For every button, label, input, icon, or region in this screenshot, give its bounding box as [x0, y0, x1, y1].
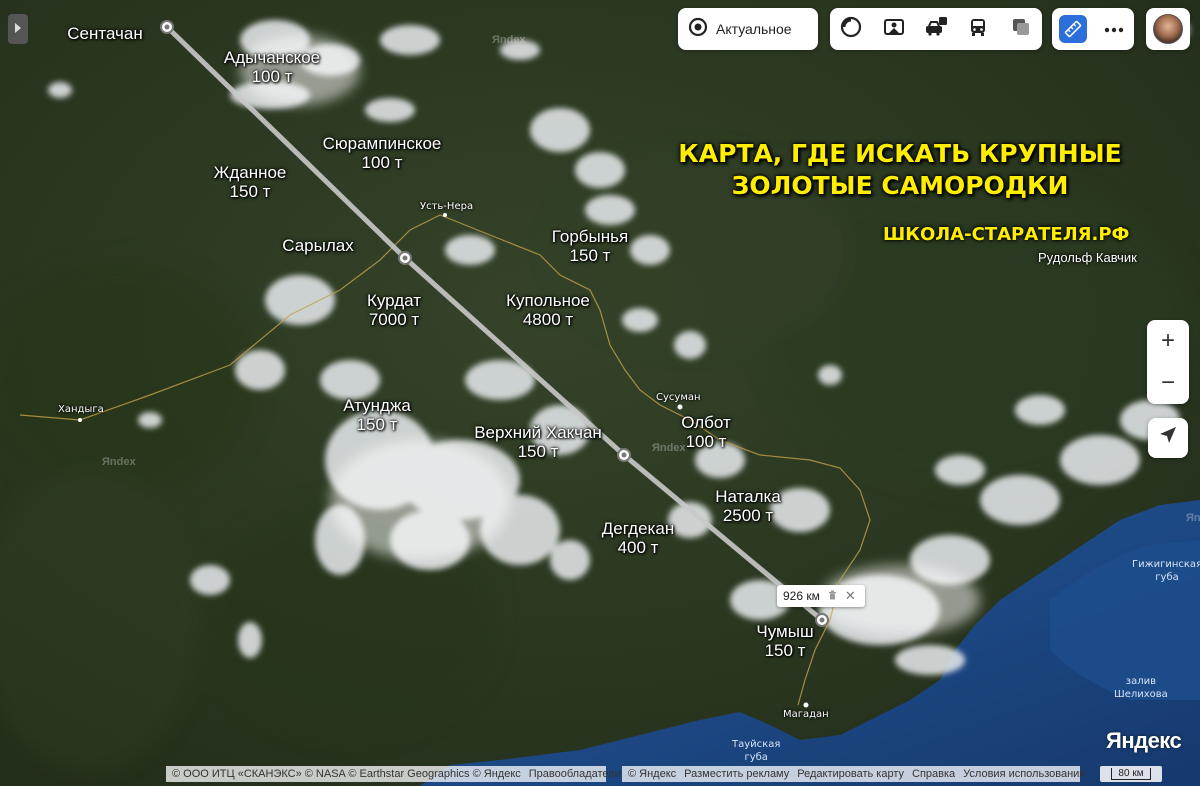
- ruler-icon: [1058, 15, 1087, 43]
- deposit-label: Жданное 150 т: [213, 163, 287, 201]
- satellite-map[interactable]: [0, 0, 1200, 786]
- footer-link-advertise[interactable]: Разместить рекламу: [684, 768, 789, 780]
- deposit-label: Верхний Хакчан 150 т: [474, 423, 602, 461]
- panorama-button[interactable]: [872, 8, 914, 50]
- deposit-label: Горбынья 150 т: [551, 227, 629, 265]
- town-dot: [803, 702, 809, 708]
- deposit-label: Наталка 2500 т: [715, 487, 781, 525]
- yandex-watermark: Яndex: [1186, 512, 1200, 524]
- yandex-watermark: Яndex: [492, 34, 526, 46]
- deposit-label: Сюрампинское 100 т: [322, 134, 442, 172]
- deposit-label: Чумыш 150 т: [756, 622, 814, 660]
- target-icon: [688, 17, 708, 42]
- footer-link-copyright[interactable]: © Яндекс: [628, 768, 676, 780]
- actual-button[interactable]: Актуальное: [678, 8, 818, 50]
- layers-toolbar: [830, 8, 1042, 50]
- scale-label: 80 км: [1111, 768, 1151, 780]
- location-arrow-icon: [1158, 424, 1178, 452]
- close-icon[interactable]: ✕: [845, 588, 856, 604]
- map-title: КАРТА, ГДЕ ИСКАТЬ КРУПНЫЕ ЗОЛОТЫЕ САМОРОД…: [678, 139, 1122, 200]
- scale-bar: 80 км: [1100, 766, 1162, 782]
- footer-links: © Яндекс Разместить рекламу Редактироват…: [622, 766, 1085, 782]
- map-mode-button[interactable]: [1000, 8, 1042, 50]
- ruler-button[interactable]: [1054, 8, 1092, 50]
- traffic-button[interactable]: [915, 8, 957, 50]
- sea-label: залив Шелихова: [1114, 676, 1168, 700]
- sea-label: Тауйская губа: [732, 739, 781, 763]
- chevron-right-icon: [14, 20, 22, 38]
- more-button[interactable]: [1095, 8, 1133, 50]
- traffic-icon: [924, 16, 948, 43]
- layers-button[interactable]: [830, 8, 872, 50]
- yandex-watermark: Яndex: [102, 456, 136, 468]
- user-avatar-button[interactable]: [1146, 8, 1190, 50]
- deposit-label: Адычанское 100 т: [223, 48, 321, 86]
- deposit-label: Сарылах: [282, 236, 354, 255]
- transport-button[interactable]: [957, 8, 999, 50]
- deposit-label: Олбот 100 т: [681, 413, 731, 451]
- town-dot: [78, 418, 82, 422]
- town-label: Хандыга: [58, 404, 104, 415]
- zoom-in-button[interactable]: +: [1147, 320, 1189, 362]
- avatar: [1153, 14, 1183, 44]
- distance-value: 926 км: [783, 589, 820, 603]
- town-dot: [677, 404, 683, 410]
- map-mode-icon: [1010, 16, 1032, 43]
- town-label: Сусуман: [656, 392, 701, 403]
- actual-label: Актуальное: [716, 21, 792, 37]
- panorama-icon: [883, 16, 905, 43]
- zoom-out-button[interactable]: −: [1147, 362, 1189, 404]
- more-icon: [1104, 20, 1124, 38]
- author-label: Рудольф Кавчик: [1038, 250, 1137, 265]
- footer-link-help[interactable]: Справка: [912, 768, 955, 780]
- sea-label: Гижигинская губа: [1132, 559, 1200, 583]
- town-label: Магадан: [783, 709, 829, 720]
- layers-icon: [840, 16, 862, 43]
- attribution-bar: © ООО ИТЦ «СКАНЭКС» © NASA © Earthstar G…: [166, 766, 621, 782]
- deposit-label: Курдат 7000 т: [366, 291, 422, 329]
- site-label: ШКОЛА-СТАРАТЕЛЯ.РФ: [883, 224, 1130, 245]
- town-dot: [443, 213, 447, 217]
- town-label: Усть-Нера: [420, 201, 474, 212]
- sidebar-toggle-button[interactable]: [8, 14, 28, 44]
- footer-link-terms[interactable]: Условия использования: [963, 768, 1085, 780]
- zoom-controls: + −: [1147, 320, 1189, 404]
- yandex-logo[interactable]: Яндекс: [1106, 728, 1182, 754]
- my-location-button[interactable]: [1148, 418, 1188, 458]
- deposit-label: Сентачан: [67, 24, 143, 43]
- attribution-text: © ООО ИТЦ «СКАНЭКС» © NASA © Earthstar G…: [172, 768, 521, 780]
- transport-icon: [967, 16, 989, 43]
- deposit-label: Дегдекан 400 т: [601, 519, 675, 557]
- footer-link-edit-map[interactable]: Редактировать карту: [797, 768, 904, 780]
- rights-holders-link[interactable]: Правообладатели: [529, 768, 621, 780]
- distance-popup: 926 км ✕: [777, 585, 865, 607]
- trash-icon[interactable]: [828, 590, 837, 603]
- deposit-label: Купольное 4800 т: [506, 291, 590, 329]
- tools-toolbar: [1052, 8, 1134, 50]
- deposit-label: Атунджа 150 т: [343, 396, 411, 434]
